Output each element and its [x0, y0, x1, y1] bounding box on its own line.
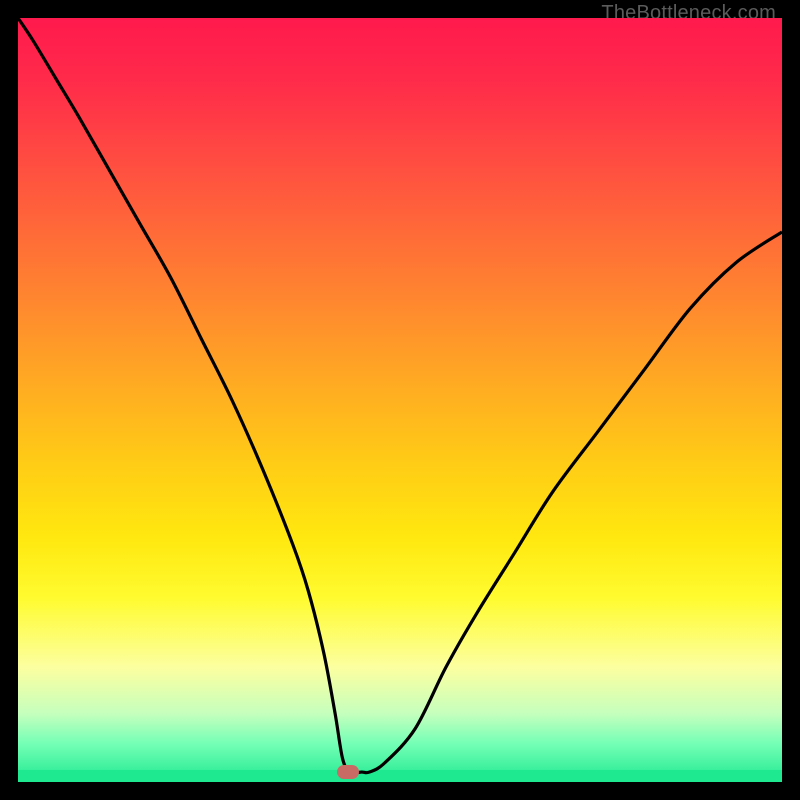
chart-frame: TheBottleneck.com [0, 0, 800, 800]
optimal-point-marker [337, 765, 359, 779]
plot-area [18, 18, 782, 782]
bottleneck-curve [18, 18, 782, 782]
